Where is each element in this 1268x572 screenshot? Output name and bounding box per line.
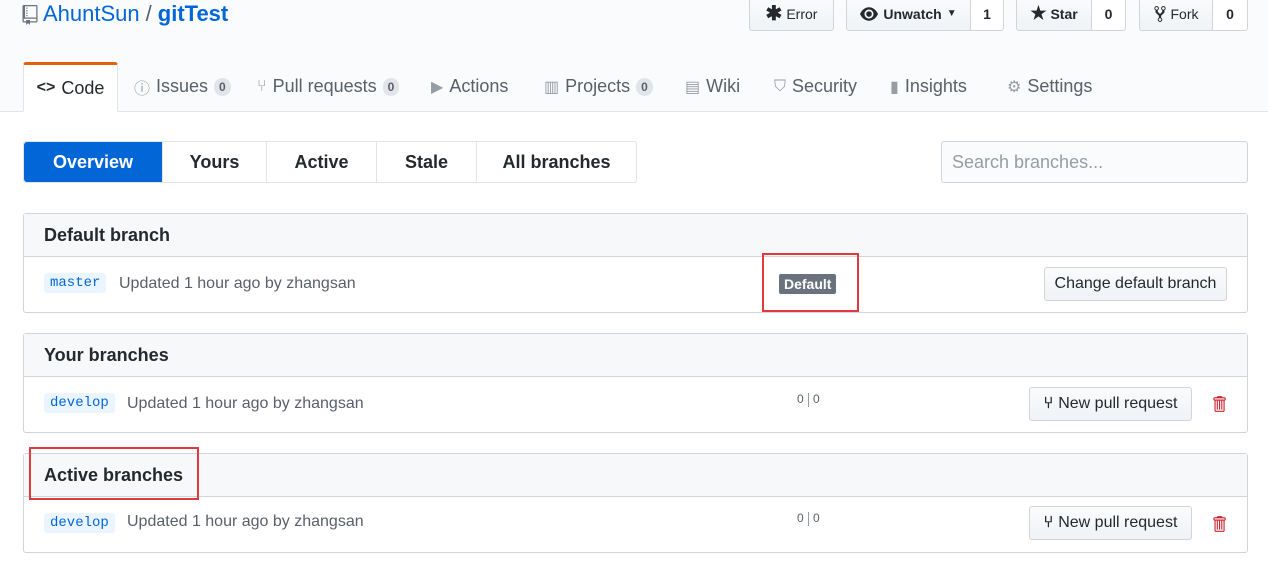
- pull-request-icon: ⑂: [1043, 514, 1054, 531]
- pull-requests-count: 0: [382, 77, 400, 96]
- behind-count: 0: [797, 392, 804, 406]
- ahead-behind-divider: [808, 393, 809, 407]
- section-title: Active branches: [24, 454, 1247, 497]
- subnav-active[interactable]: Active: [266, 142, 376, 182]
- star-count[interactable]: 0: [1092, 0, 1126, 31]
- repo-name-link[interactable]: gitTest: [158, 1, 228, 26]
- repo-title: AhuntSun / gitTest: [43, 0, 228, 28]
- tab-wiki-label: Wiki: [706, 76, 741, 96]
- tab-settings[interactable]: ⚙ Settings: [1007, 62, 1092, 111]
- ahead-behind-divider: [808, 512, 809, 526]
- book-icon: ▤: [685, 78, 701, 96]
- fork-label: Fork: [1170, 5, 1199, 22]
- tab-pull-requests-label: Pull requests: [272, 76, 377, 96]
- branch-name-link[interactable]: develop: [44, 513, 115, 533]
- branch-row: develop Updated 1 hour ago by zhangsan 0…: [24, 497, 1247, 552]
- your-branches-section: Your branches develop Updated 1 hour ago…: [23, 333, 1248, 433]
- repo-separator: /: [145, 1, 152, 26]
- new-pull-request-label: New pull request: [1058, 395, 1178, 412]
- star-icon: ★: [1030, 3, 1047, 23]
- annotation-highlight-active-branches: [29, 447, 199, 500]
- fork-count[interactable]: 0: [1213, 0, 1248, 31]
- eye-icon: [860, 6, 879, 21]
- tab-projects-label: Projects: [565, 76, 631, 96]
- play-icon: ▶: [431, 78, 444, 96]
- section-title: Default branch: [24, 214, 1247, 257]
- annotation-highlight-default: [762, 253, 859, 312]
- branch-updated-text: Updated 1 hour ago by zhangsan: [127, 513, 364, 530]
- error-label: Error: [786, 5, 818, 22]
- tab-pull-requests[interactable]: ⑂ Pull requests 0: [257, 62, 400, 111]
- pull-request-icon: ⑂: [1043, 395, 1054, 412]
- new-pull-request-button[interactable]: ⑂ New pull request: [1029, 506, 1192, 540]
- repo-owner-link[interactable]: AhuntSun: [43, 1, 140, 26]
- branch-name-link[interactable]: develop: [44, 393, 115, 413]
- fork-icon: [1153, 5, 1166, 22]
- error-icon: ✱: [765, 3, 783, 25]
- tab-wiki[interactable]: ▤ Wiki: [685, 62, 740, 111]
- active-branches-section: Active branches develop Updated 1 hour a…: [23, 453, 1248, 553]
- branch-updated-text: Updated 1 hour ago by zhangsan: [119, 275, 356, 292]
- subnav-stale[interactable]: Stale: [376, 142, 476, 182]
- projects-count: 0: [636, 77, 653, 96]
- tab-code-label: Code: [61, 77, 105, 98]
- branch-updated-text: Updated 1 hour ago by zhangsan: [127, 395, 364, 412]
- tab-actions[interactable]: ▶ Actions: [431, 62, 508, 111]
- project-icon: ▥: [544, 78, 560, 96]
- change-default-branch-button[interactable]: Change default branch: [1044, 267, 1227, 301]
- unwatch-label: Unwatch: [883, 5, 942, 22]
- subnav-yours[interactable]: Yours: [162, 142, 266, 182]
- trash-icon[interactable]: [1212, 515, 1226, 533]
- shield-icon: ⛉: [774, 77, 787, 95]
- branch-name-link[interactable]: master: [44, 273, 107, 293]
- subnav-all-branches[interactable]: All branches: [476, 142, 636, 182]
- tab-issues[interactable]: ⓘ Issues 0: [134, 62, 231, 111]
- behind-count: 0: [797, 511, 804, 525]
- pull-request-icon: ⑂: [257, 77, 267, 95]
- repo-icon: [22, 5, 38, 25]
- tab-code[interactable]: <> Code: [23, 62, 118, 112]
- star-label: Star: [1050, 5, 1078, 22]
- error-button[interactable]: ✱ Error: [749, 0, 834, 31]
- change-default-branch-label: Change default branch: [1054, 275, 1217, 292]
- new-pull-request-button[interactable]: ⑂ New pull request: [1029, 387, 1192, 421]
- tab-actions-label: Actions: [449, 76, 509, 96]
- gear-icon: ⚙: [1007, 78, 1022, 96]
- graph-icon: ▮: [890, 78, 899, 96]
- branch-filter-nav: Overview Yours Active Stale All branches: [23, 141, 637, 183]
- branch-row: master Updated 1 hour ago by zhangsan De…: [24, 257, 1247, 312]
- watch-count[interactable]: 1: [971, 0, 1004, 31]
- tab-security-label: Security: [792, 76, 858, 96]
- default-branch-section: Default branch master Updated 1 hour ago…: [23, 213, 1248, 313]
- tab-projects[interactable]: ▥ Projects 0: [544, 62, 653, 111]
- tab-insights[interactable]: ▮ Insights: [890, 62, 967, 111]
- star-button[interactable]: ★ Star: [1016, 0, 1092, 31]
- ahead-count: 0: [813, 511, 820, 525]
- unwatch-button[interactable]: Unwatch ▼: [846, 0, 971, 31]
- chevron-down-icon: ▼: [946, 8, 957, 19]
- new-pull-request-label: New pull request: [1058, 514, 1178, 531]
- tab-issues-label: Issues: [156, 76, 209, 96]
- subnav-overview[interactable]: Overview: [24, 142, 162, 182]
- branch-row: develop Updated 1 hour ago by zhangsan 0…: [24, 377, 1247, 432]
- ahead-count: 0: [813, 392, 820, 406]
- tab-insights-label: Insights: [904, 76, 967, 96]
- issues-count: 0: [214, 77, 231, 96]
- tab-settings-label: Settings: [1027, 76, 1093, 96]
- fork-button[interactable]: Fork: [1139, 0, 1213, 31]
- search-branches-input[interactable]: [941, 141, 1248, 183]
- section-title: Your branches: [24, 334, 1247, 377]
- issue-icon: ⓘ: [134, 80, 151, 98]
- code-icon: <>: [36, 79, 56, 96]
- trash-icon[interactable]: [1212, 395, 1226, 413]
- tab-security[interactable]: ⛉ Security: [774, 62, 857, 111]
